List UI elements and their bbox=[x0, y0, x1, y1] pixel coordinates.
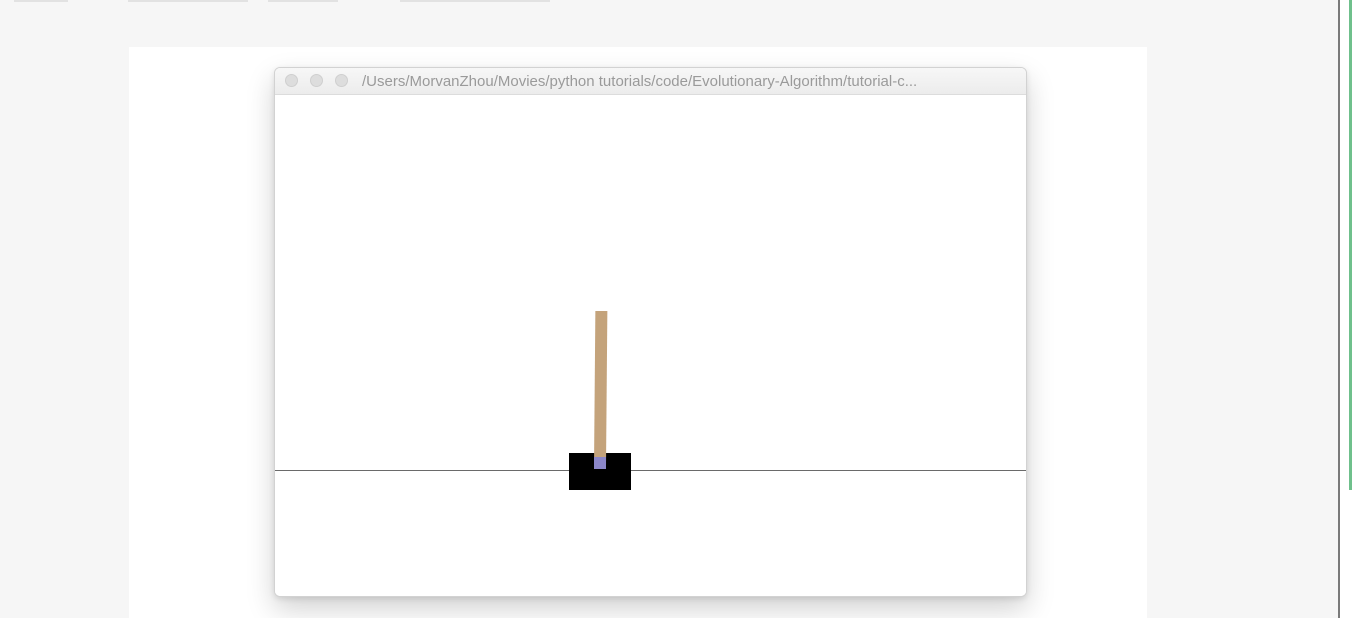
track-line bbox=[275, 470, 1026, 471]
cartpole-canvas bbox=[275, 95, 1026, 596]
render-window[interactable]: /Users/MorvanZhou/Movies/python tutorial… bbox=[274, 67, 1027, 597]
zoom-button[interactable] bbox=[335, 74, 348, 87]
pole bbox=[594, 310, 608, 468]
window-title: /Users/MorvanZhou/Movies/python tutorial… bbox=[362, 73, 918, 90]
cropped-text-fragment bbox=[0, 0, 560, 6]
window-titlebar[interactable]: /Users/MorvanZhou/Movies/python tutorial… bbox=[275, 68, 1026, 95]
close-button[interactable] bbox=[285, 74, 298, 87]
axle bbox=[594, 457, 606, 469]
minimize-button[interactable] bbox=[310, 74, 323, 87]
right-edge-scrollbar[interactable] bbox=[1338, 0, 1352, 618]
